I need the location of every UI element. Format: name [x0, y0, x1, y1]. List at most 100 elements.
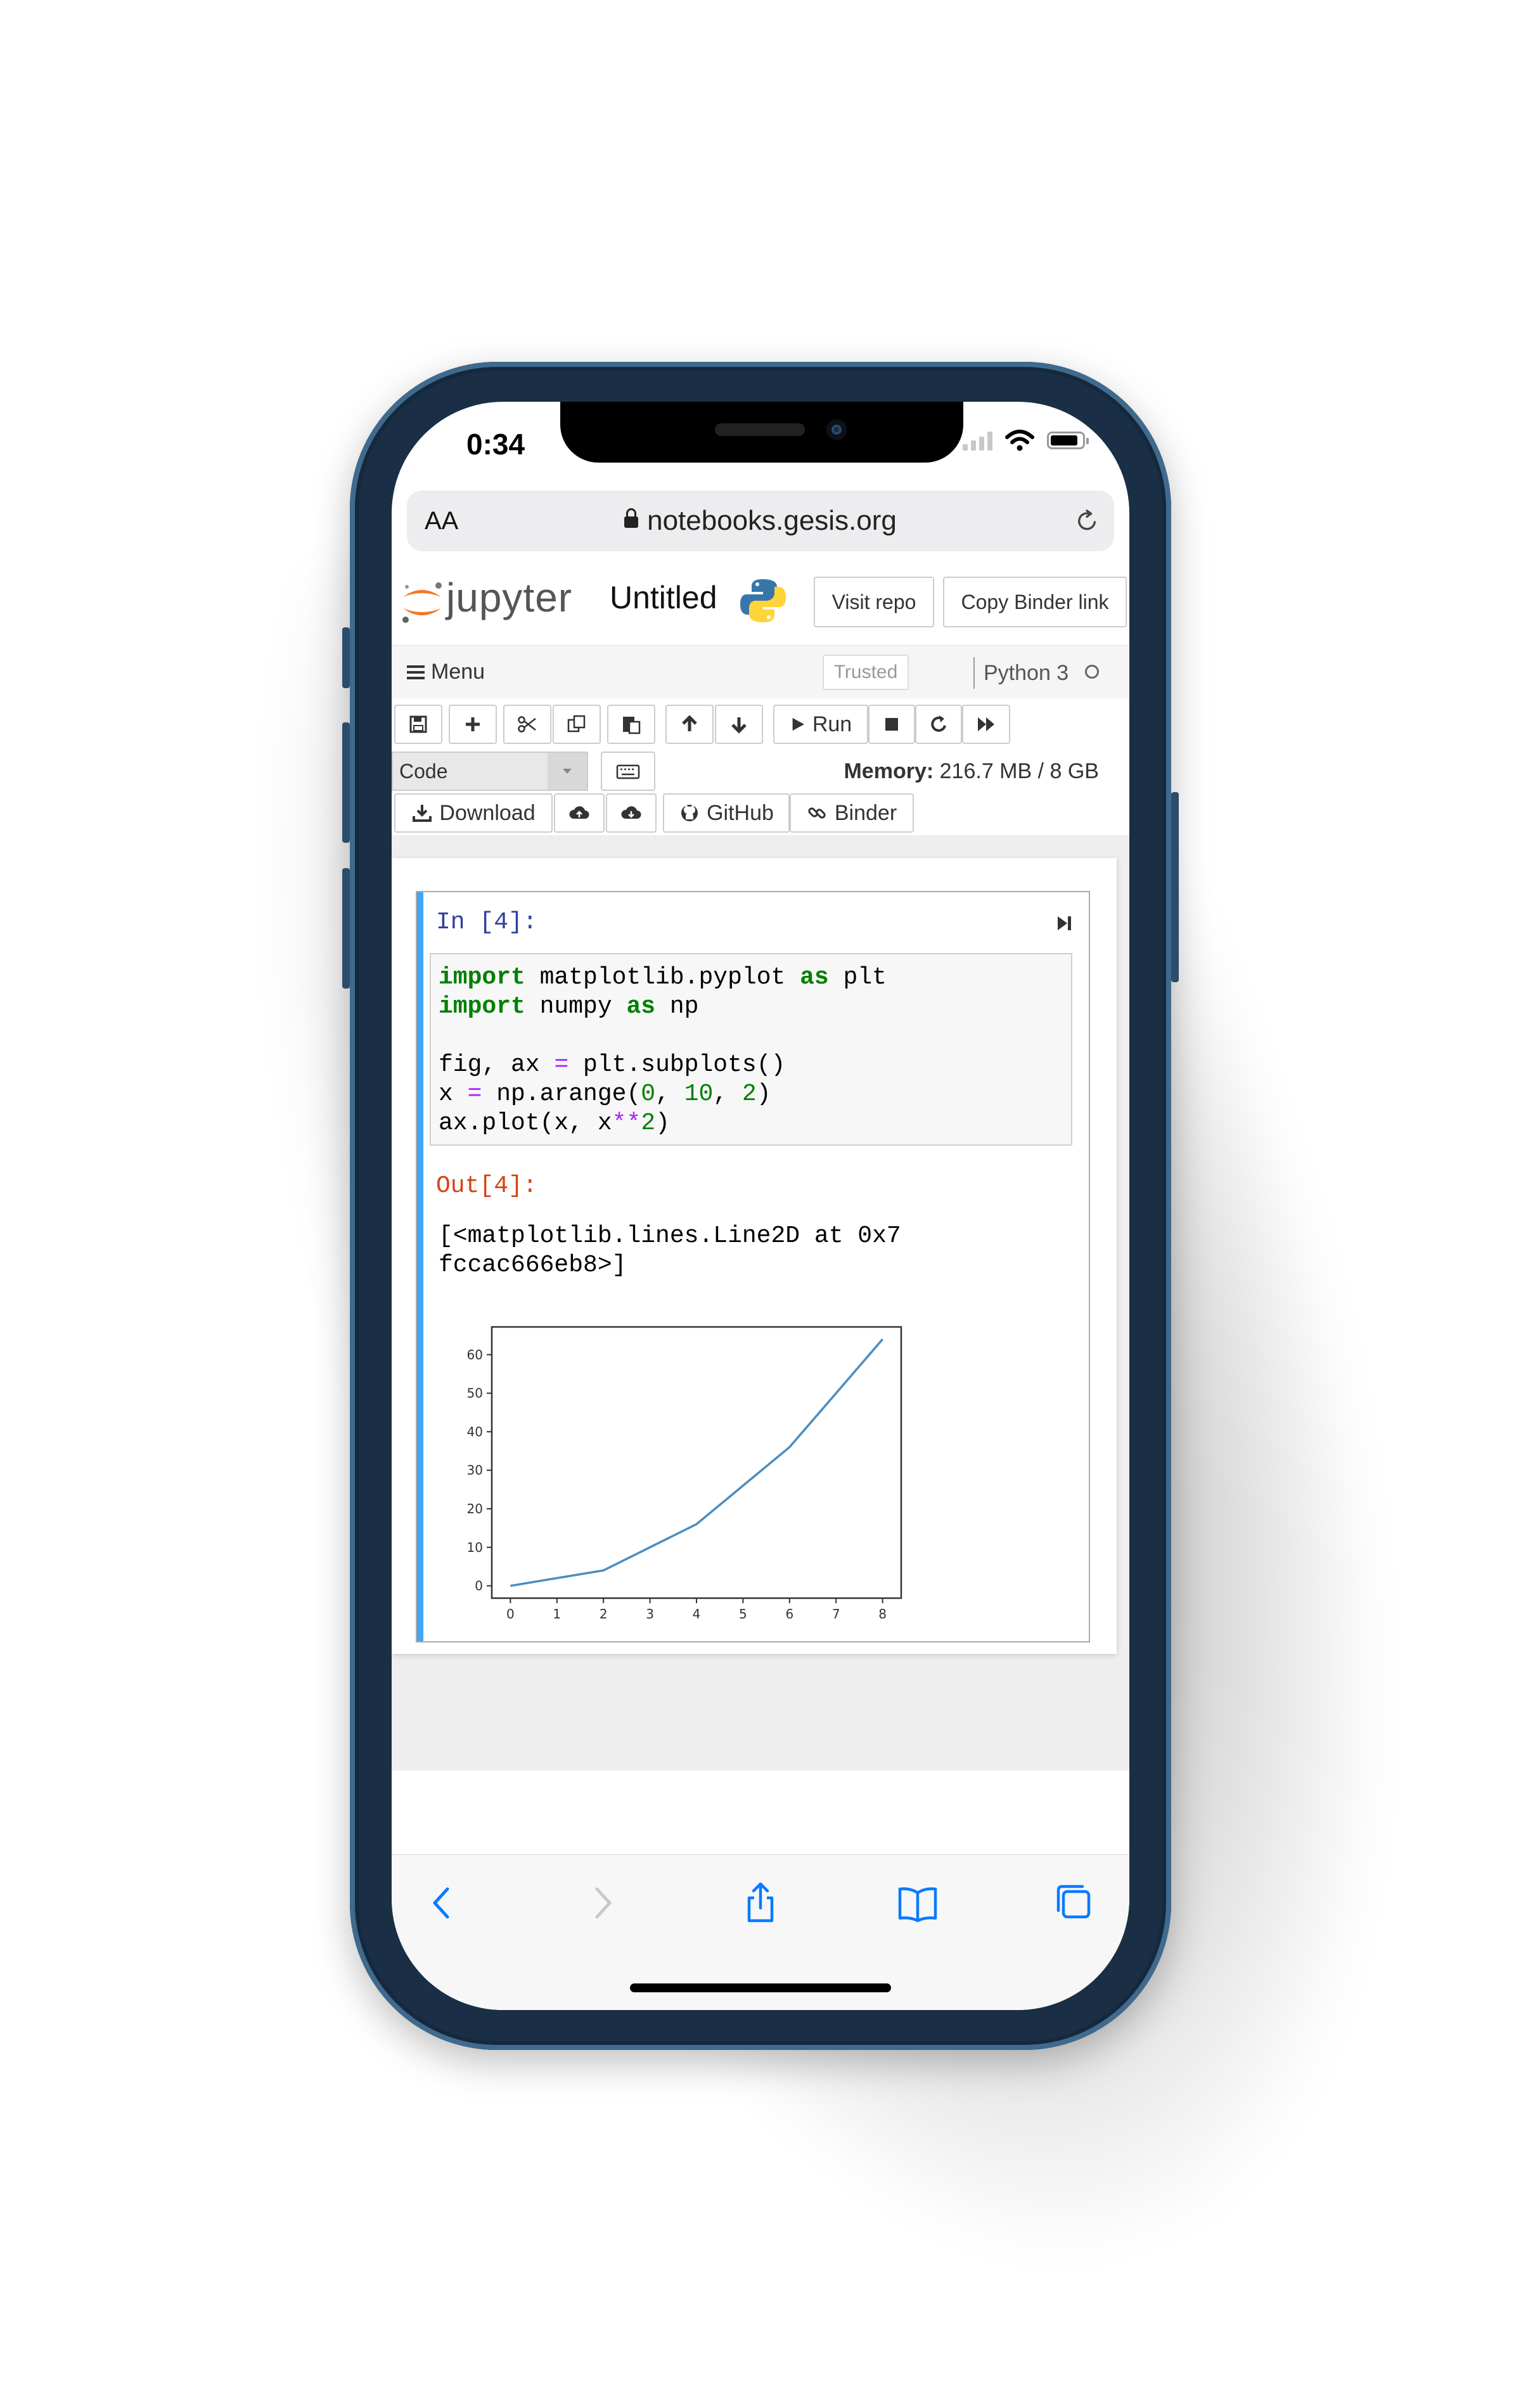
visit-repo-button[interactable]: Visit repo [814, 577, 934, 627]
paste-button[interactable] [607, 705, 655, 744]
run-cell-icon[interactable] [1055, 914, 1074, 933]
kernel-idle-indicator-icon [1085, 665, 1099, 679]
share-icon[interactable] [738, 1880, 783, 1926]
github-label: GitHub [707, 800, 774, 825]
code-cell[interactable]: In [4]: import matplotlib.pyplot as plt … [416, 891, 1090, 1643]
x-tick-label: 3 [646, 1606, 654, 1622]
insert-cell-button[interactable] [449, 705, 497, 744]
notebook-area[interactable]: In [4]: import matplotlib.pyplot as plt … [392, 835, 1129, 1771]
chevron-down-icon [548, 753, 587, 790]
cut-button[interactable] [503, 705, 551, 744]
output-line: fccac666eb8>] [439, 1252, 627, 1279]
bookmarks-icon[interactable] [895, 1880, 940, 1926]
home-indicator[interactable] [630, 1983, 891, 1992]
copy-button[interactable] [553, 705, 601, 744]
output-prompt: Out[4]: [436, 1172, 537, 1200]
x-tick-label: 7 [832, 1606, 840, 1622]
cloud-upload-button[interactable] [554, 793, 605, 833]
keyboard-shortcuts-button[interactable] [601, 752, 655, 791]
text-size-button[interactable]: AA [425, 507, 458, 535]
code-line: import numpy as np [439, 993, 699, 1020]
url-text: notebooks.gesis.org [647, 505, 897, 536]
trusted-indicator[interactable]: Trusted [823, 655, 909, 690]
save-button[interactable] [394, 705, 442, 744]
plus-icon [466, 717, 480, 731]
status-time: 0:34 [466, 428, 525, 461]
cellular-signal-icon [963, 430, 992, 451]
download-label: Download [439, 800, 536, 825]
code-line: import matplotlib.pyplot as plt [439, 964, 887, 991]
run-button[interactable]: Run [773, 705, 868, 744]
side-button-volume-up [342, 722, 350, 843]
download-button[interactable]: Download [394, 793, 553, 833]
menu-bar: Menu Trusted Python 3 [392, 645, 1129, 700]
side-button-mute [342, 627, 350, 688]
front-camera [826, 419, 847, 440]
restart-icon [931, 715, 946, 732]
arrow-down-icon [731, 717, 747, 734]
back-icon[interactable] [420, 1880, 465, 1926]
y-tick-label: 50 [467, 1386, 483, 1401]
x-tick-label: 4 [693, 1606, 701, 1622]
run-label: Run [812, 712, 852, 736]
plot-area [491, 1326, 902, 1599]
y-tick-label: 10 [467, 1540, 483, 1555]
paste-icon [623, 717, 641, 734]
input-prompt: In [4]: [436, 909, 537, 936]
fast-forward-icon [978, 717, 994, 731]
forward-icon[interactable] [579, 1880, 625, 1926]
notebook-page: In [4]: import matplotlib.pyplot as plt … [392, 858, 1117, 1654]
stop-icon [885, 718, 898, 731]
phone-screen: 0:34 AA notebooks.gesis.org jupyter Unti… [392, 402, 1129, 2010]
y-tick-label: 0 [475, 1579, 483, 1594]
memory-label: Memory: [844, 759, 934, 783]
play-icon [792, 718, 804, 731]
code-line: x = np.arange(0, 10, 2) [439, 1080, 771, 1108]
notebook-title[interactable]: Untitled [610, 579, 717, 616]
save-icon [409, 715, 427, 733]
cloud-download-button[interactable] [606, 793, 657, 833]
move-down-button[interactable] [715, 705, 763, 744]
output-line: [<matplotlib.lines.Line2D at 0x7 [439, 1222, 901, 1250]
code-line: fig, ax = plt.subplots() [439, 1051, 786, 1079]
cell-selection-bar [417, 892, 423, 1641]
x-tick-label: 5 [739, 1606, 747, 1622]
x-tick-label: 0 [506, 1606, 515, 1622]
restart-run-all-button[interactable] [962, 705, 1010, 744]
cell-type-value: Code [399, 759, 448, 783]
jupyter-wordmark[interactable]: jupyter [446, 574, 572, 621]
copy-icon [567, 715, 586, 733]
binder-button[interactable]: Binder [790, 793, 914, 833]
wifi-icon [1005, 430, 1034, 451]
x-tick-label: 1 [553, 1606, 561, 1622]
download-icon [413, 805, 432, 822]
cloud-download-icon [621, 806, 641, 819]
menu-button[interactable]: Menu [407, 660, 485, 684]
keyboard-icon [616, 764, 640, 779]
binder-label: Binder [834, 800, 897, 825]
y-tick-label: 40 [467, 1424, 483, 1439]
output-text: [<matplotlib.lines.Line2D at 0x7 fccac666… [439, 1222, 901, 1280]
reload-icon[interactable] [1075, 509, 1099, 533]
cell-type-select[interactable]: Code [392, 752, 588, 791]
address-bar[interactable]: AA notebooks.gesis.org [407, 490, 1114, 551]
y-tick-label: 60 [467, 1347, 483, 1362]
jupyter-logo-icon[interactable] [397, 577, 447, 627]
interrupt-button[interactable] [868, 705, 915, 744]
tabs-icon[interactable] [1051, 1880, 1096, 1926]
move-up-button[interactable] [665, 705, 714, 744]
python-logo-icon [740, 579, 786, 622]
scissors-icon [518, 716, 536, 733]
url-display[interactable]: notebooks.gesis.org [407, 505, 1114, 537]
cloud-upload-icon [569, 806, 589, 819]
copy-binder-link-button[interactable]: Copy Binder link [943, 577, 1127, 627]
lock-icon [624, 508, 639, 528]
x-tick-label: 8 [878, 1606, 887, 1622]
restart-button[interactable] [915, 705, 962, 744]
notch [560, 402, 963, 463]
hamburger-icon [407, 665, 425, 679]
github-button[interactable]: GitHub [663, 793, 790, 833]
code-input[interactable]: import matplotlib.pyplot as plt import n… [430, 953, 1072, 1146]
kernel-name[interactable]: Python 3 [973, 657, 1069, 689]
y-tick-label: 30 [467, 1463, 483, 1478]
